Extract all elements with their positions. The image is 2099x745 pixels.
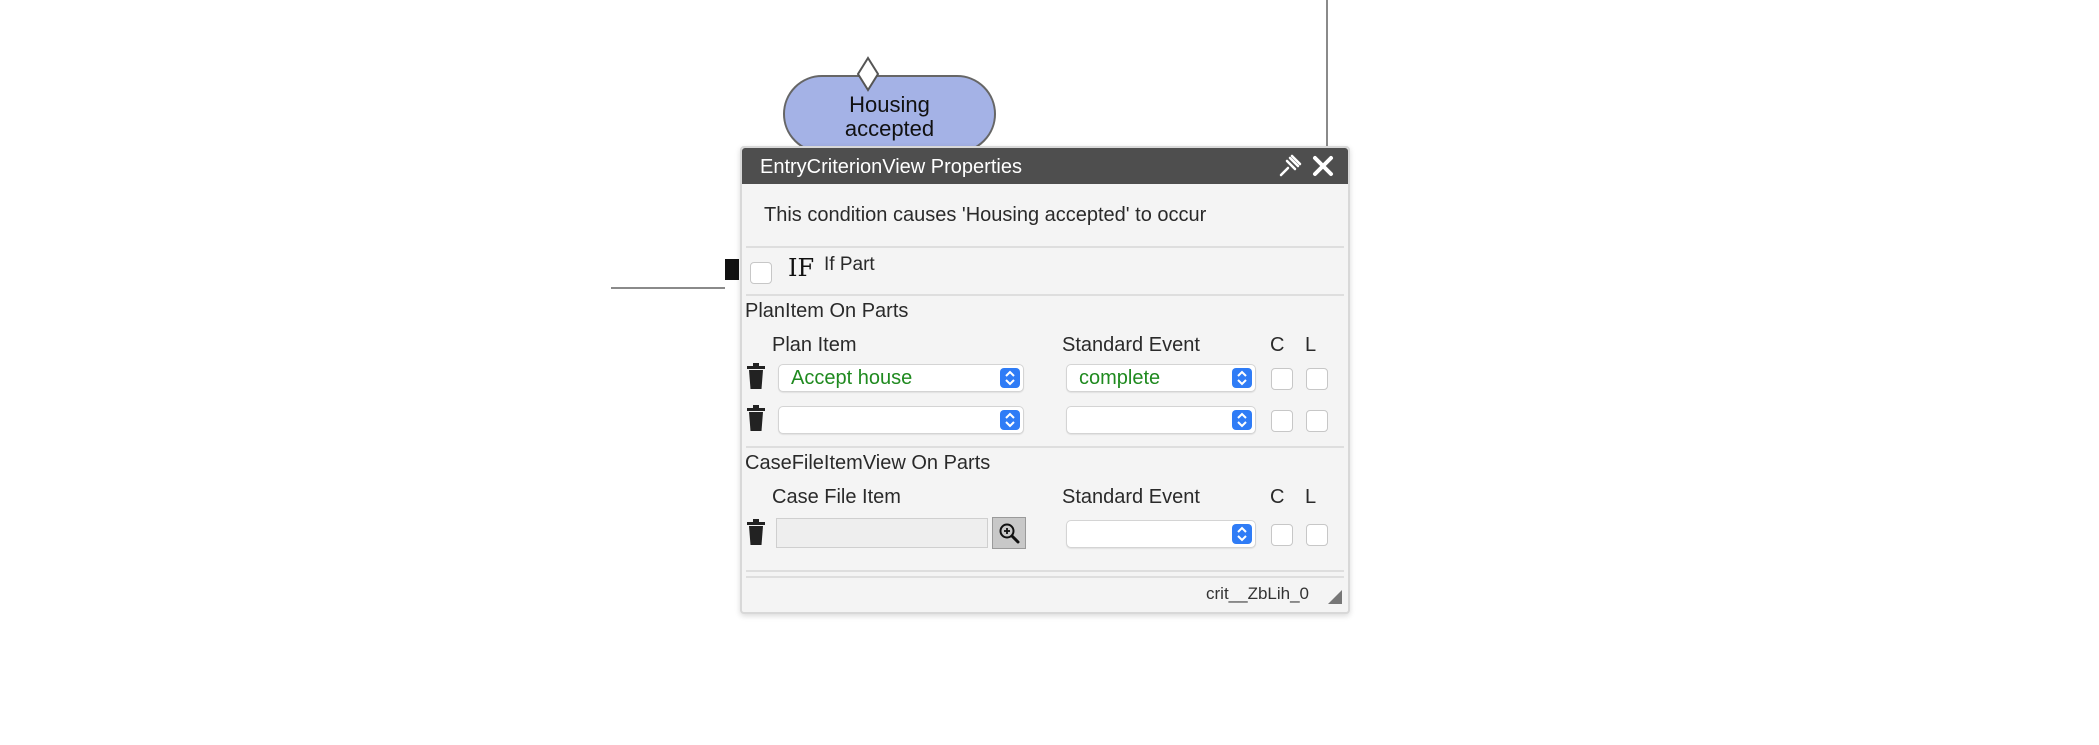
standard-event-select[interactable]: complete — [1066, 364, 1256, 392]
case-file-item-column-header: Case File Item — [772, 486, 901, 508]
trash-icon[interactable] — [745, 362, 767, 390]
planitem-section-heading: PlanItem On Parts — [745, 300, 909, 322]
select-stepper-icon — [1232, 524, 1252, 544]
divider — [746, 246, 1344, 248]
panel-titlebar[interactable]: EntryCriterionView Properties — [742, 148, 1348, 184]
pin-icon[interactable] — [1277, 153, 1303, 179]
c-column-header: C — [1270, 334, 1285, 356]
c-column-header: C — [1270, 486, 1285, 508]
standard-event-select[interactable] — [1066, 406, 1256, 434]
select-stepper-icon — [1000, 410, 1020, 430]
standard-event-column-header: Standard Event — [1062, 486, 1200, 508]
milestone-label: Housing accepted — [844, 92, 935, 141]
select-stepper-icon — [1000, 368, 1020, 388]
divider — [746, 570, 1344, 572]
select-stepper-icon — [1232, 410, 1252, 430]
standard-event-select[interactable] — [1066, 520, 1256, 548]
zoom-in-button[interactable] — [992, 517, 1026, 549]
case-file-item-field[interactable] — [776, 518, 988, 548]
if-icon: IF — [788, 254, 815, 282]
connector-line-horizontal — [611, 287, 725, 289]
resize-grip-icon[interactable] — [1326, 588, 1342, 604]
properties-panel: EntryCriterionView Properties This condi… — [740, 146, 1350, 614]
zoom-in-icon — [999, 523, 1020, 544]
plan-item-column-header: Plan Item — [772, 334, 857, 356]
c-checkbox[interactable] — [1271, 410, 1293, 432]
if-part-label: If Part — [824, 254, 875, 275]
panel-title: EntryCriterionView Properties — [760, 156, 1022, 178]
condition-description: This condition causes 'Housing accepted'… — [764, 204, 1207, 226]
trash-icon[interactable] — [745, 404, 767, 432]
entry-criterion-marker[interactable] — [725, 259, 739, 280]
if-part-checkbox[interactable] — [750, 262, 772, 284]
select-stepper-icon — [1232, 368, 1252, 388]
entry-criterion-diamond-icon[interactable] — [850, 56, 886, 92]
l-checkbox[interactable] — [1306, 524, 1328, 546]
l-column-header: L — [1305, 334, 1317, 356]
divider — [746, 294, 1344, 296]
plan-item-select[interactable]: Accept house — [778, 364, 1024, 392]
plan-item-select-value: Accept house — [791, 367, 913, 389]
casefile-section-heading: CaseFileItemView On Parts — [745, 452, 991, 474]
l-column-header: L — [1305, 486, 1317, 508]
c-checkbox[interactable] — [1271, 368, 1293, 390]
plan-item-select[interactable] — [778, 406, 1024, 434]
l-checkbox[interactable] — [1306, 410, 1328, 432]
trash-icon[interactable] — [745, 518, 767, 546]
c-checkbox[interactable] — [1271, 524, 1293, 546]
standard-event-column-header: Standard Event — [1062, 334, 1200, 356]
divider — [746, 576, 1344, 578]
divider — [746, 446, 1344, 448]
criterion-id: crit__ZbLih_0 — [1206, 584, 1310, 603]
close-icon[interactable] — [1308, 151, 1338, 181]
standard-event-select-value: complete — [1079, 367, 1161, 389]
connector-line-vertical — [1326, 0, 1328, 148]
milestone-node[interactable]: Housing accepted — [783, 75, 996, 153]
l-checkbox[interactable] — [1306, 368, 1328, 390]
